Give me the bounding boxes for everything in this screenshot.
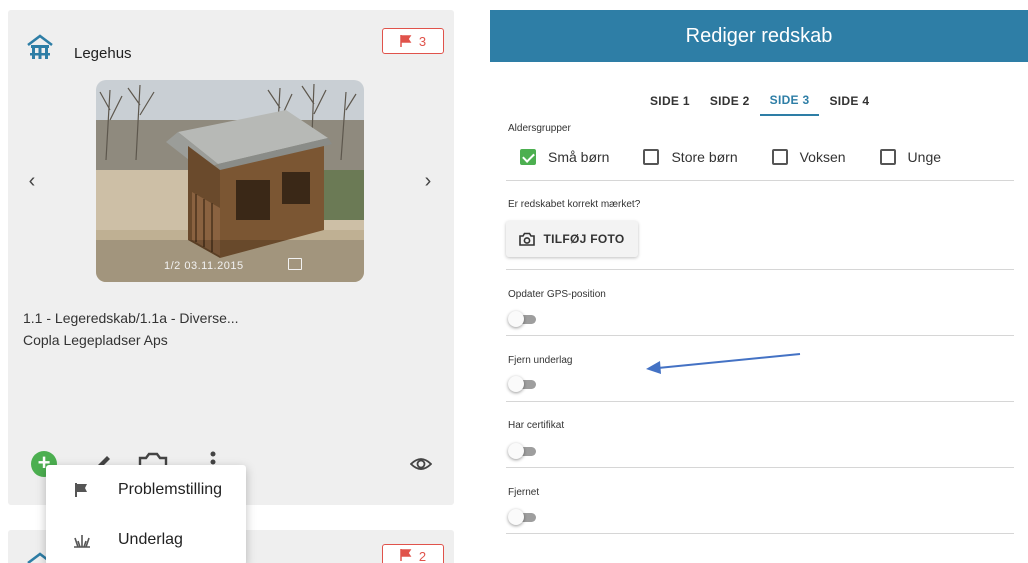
toggle-label-certificate: Har certifikat bbox=[508, 420, 565, 431]
toggle-label-gps: Opdater GPS-position bbox=[508, 289, 606, 300]
equipment-photo[interactable] bbox=[96, 80, 364, 282]
equipment-card[interactable]: Legehus 3 ‹ › 1/2 03.11.2015 1.1 - Leger… bbox=[8, 10, 454, 505]
photo-caption: 1/2 03.11.2015 bbox=[164, 260, 244, 272]
add-photo-label: TILFØJ FOTO bbox=[543, 232, 625, 246]
age-groups-checkboxes: Små børn Store børn Voksen Unge bbox=[520, 149, 975, 165]
card-title: Legehus bbox=[74, 45, 132, 62]
divider bbox=[506, 335, 1014, 336]
playhouse-icon bbox=[27, 34, 53, 59]
marked-label: Er redskabet korrekt mærket? bbox=[508, 199, 641, 210]
checkbox-unchecked-icon[interactable] bbox=[643, 149, 660, 165]
add-photo-button[interactable]: TILFØJ FOTO bbox=[506, 221, 638, 257]
add-context-menu: Problemstilling Underlag bbox=[46, 465, 246, 563]
divider bbox=[506, 533, 1014, 534]
checkbox-label: Voksen bbox=[799, 149, 846, 165]
checkbox-unchecked-icon[interactable] bbox=[879, 149, 896, 165]
next-photo-arrow[interactable]: › bbox=[418, 170, 438, 193]
checkbox-checked-icon[interactable] bbox=[520, 149, 536, 165]
annotation-arrow bbox=[646, 353, 801, 374]
toggle-remove-surface[interactable] bbox=[508, 376, 538, 392]
tab-bar: SIDE 1 SIDE 2 SIDE 3 SIDE 4 bbox=[640, 86, 879, 120]
checkbox-label: Små børn bbox=[548, 149, 610, 165]
checkbox-label: Store børn bbox=[671, 149, 738, 165]
flag-icon bbox=[400, 35, 412, 47]
checkbox-unge[interactable]: Unge bbox=[879, 149, 942, 165]
tab-side-2[interactable]: SIDE 2 bbox=[700, 86, 760, 116]
toggle-has-certificate[interactable] bbox=[508, 443, 538, 459]
dialog-title: Rediger redskab bbox=[490, 10, 1028, 62]
age-groups-label: Aldersgrupper bbox=[508, 123, 571, 134]
problem-count: 3 bbox=[418, 33, 427, 49]
toggle-label-removed: Fjernet bbox=[508, 487, 540, 498]
menu-item-problemstilling[interactable]: Problemstilling bbox=[46, 465, 246, 515]
tab-side-3[interactable]: SIDE 3 bbox=[759, 86, 820, 116]
previous-photo-arrow[interactable]: ‹ bbox=[22, 170, 42, 193]
page: Legehus 3 ‹ › 1/2 03.11.2015 1.1 - Leger… bbox=[0, 0, 1028, 563]
checkbox-smaa-boern[interactable]: Små børn bbox=[520, 149, 609, 165]
menu-item-label: Problemstilling bbox=[118, 481, 223, 498]
checkbox-voksen[interactable]: Voksen bbox=[771, 149, 846, 165]
checkbox-label: Unge bbox=[907, 149, 942, 165]
menu-item-underlag[interactable]: Underlag bbox=[46, 515, 246, 563]
tab-side-1[interactable]: SIDE 1 bbox=[640, 86, 700, 116]
divider bbox=[506, 401, 1014, 402]
equipment-list-panel: Legehus 3 ‹ › 1/2 03.11.2015 1.1 - Leger… bbox=[0, 0, 462, 563]
camera-icon bbox=[519, 232, 536, 246]
menu-item-label: Underlag bbox=[118, 531, 183, 548]
toggle-update-gps[interactable] bbox=[508, 311, 538, 327]
eye-icon[interactable] bbox=[410, 456, 432, 472]
toggle-label-remove-surface: Fjern underlag bbox=[508, 355, 573, 366]
problem-count-2: 2 bbox=[418, 549, 427, 563]
problem-count-badge-2[interactable]: 2 bbox=[382, 544, 444, 563]
grass-icon bbox=[46, 532, 118, 548]
problem-count-badge[interactable]: 3 bbox=[382, 28, 444, 54]
checkbox-store-boern[interactable]: Store børn bbox=[643, 149, 738, 165]
checkbox-unchecked-icon[interactable] bbox=[771, 149, 788, 165]
divider bbox=[506, 269, 1014, 270]
flag-icon bbox=[400, 549, 412, 561]
equipment-category: 1.1 - Legeredskab/1.1a - Diverse... bbox=[23, 310, 239, 326]
flag-icon bbox=[46, 482, 118, 498]
edit-equipment-dialog: Rediger redskab SIDE 1 SIDE 2 SIDE 3 SID… bbox=[490, 10, 1028, 563]
divider bbox=[506, 467, 1014, 468]
tab-side-4[interactable]: SIDE 4 bbox=[819, 86, 879, 116]
divider bbox=[506, 180, 1014, 181]
playhouse-photo-image bbox=[96, 80, 364, 282]
gallery-icon[interactable] bbox=[288, 258, 302, 270]
toggle-removed[interactable] bbox=[508, 509, 538, 525]
equipment-supplier: Copla Legepladser Aps bbox=[23, 332, 168, 348]
